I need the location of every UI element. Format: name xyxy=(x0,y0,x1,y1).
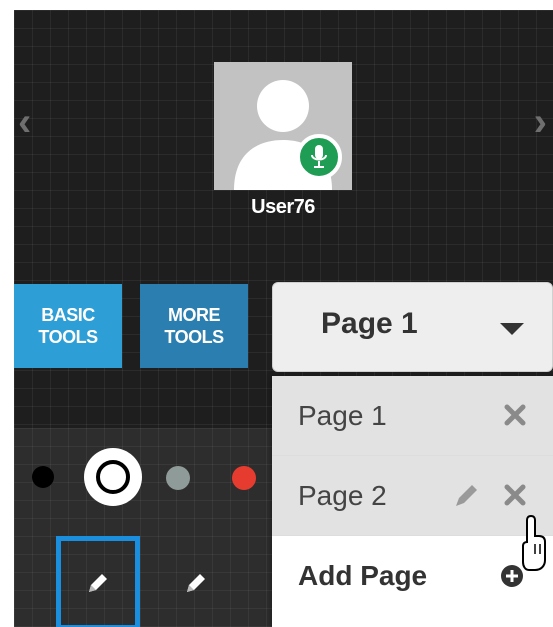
microphone-badge xyxy=(296,134,342,180)
basic-tools-button[interactable]: BASIC TOOLS xyxy=(14,284,122,368)
add-page-item[interactable]: Add Page xyxy=(272,536,553,616)
page-dropdown-menu: Page 1 Page 2 Add Page xyxy=(272,376,553,627)
pencil-icon xyxy=(89,574,107,592)
pen-tool[interactable] xyxy=(154,536,238,627)
pencil-icon xyxy=(187,574,205,592)
color-swatch-black[interactable] xyxy=(32,466,54,488)
chevron-right-icon[interactable]: › xyxy=(534,102,547,142)
chevron-left-icon[interactable]: ‹ xyxy=(18,102,31,142)
close-icon[interactable] xyxy=(502,402,528,428)
page-menu-item-label: Page 1 xyxy=(298,399,387,431)
color-swatch-gray[interactable] xyxy=(166,466,190,490)
more-tools-button[interactable]: MORE TOOLS xyxy=(140,284,248,368)
close-icon[interactable] xyxy=(502,482,528,508)
hand-cursor-icon xyxy=(521,514,551,577)
microphone-icon xyxy=(311,145,327,168)
color-swatch-red[interactable] xyxy=(232,466,256,490)
pencil-icon[interactable] xyxy=(452,480,482,510)
page-selector[interactable]: Page 1 xyxy=(272,282,553,372)
selected-ring xyxy=(96,460,130,494)
page-selector-value: Page 1 xyxy=(321,307,418,340)
page-menu-item-1[interactable]: Page 1 xyxy=(272,376,553,456)
page-menu-item-label: Page 2 xyxy=(298,479,387,511)
color-swatch-white-selected[interactable] xyxy=(84,448,142,506)
caret-down-icon[interactable] xyxy=(500,323,524,335)
page-menu-item-2[interactable]: Page 2 xyxy=(272,456,553,536)
username-label: User76 xyxy=(251,196,315,218)
add-page-label: Add Page xyxy=(298,560,428,591)
pen-tool-selected[interactable] xyxy=(56,536,140,627)
